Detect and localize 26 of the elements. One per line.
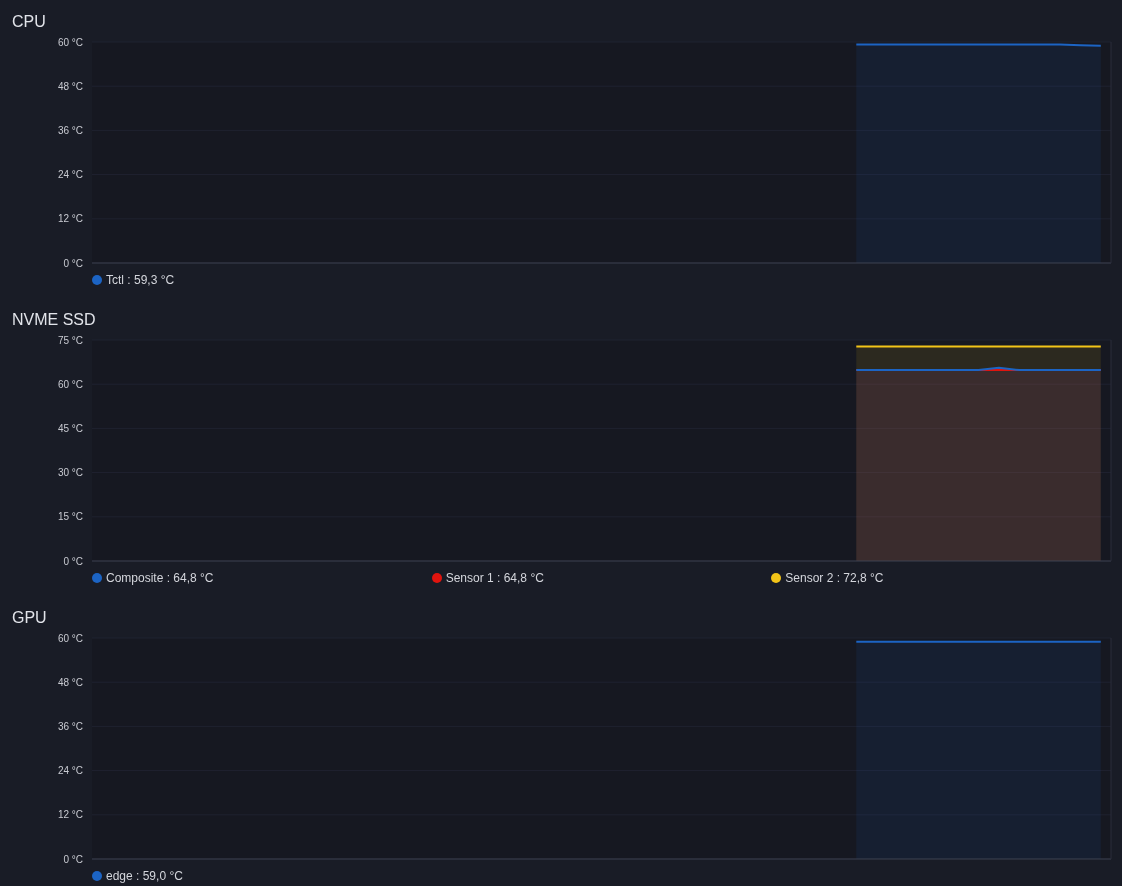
axis-tick-label: 12 °C [57, 213, 83, 225]
axis-tick-label: 36 °C [57, 124, 83, 136]
axis-tick-label: 48 °C [57, 676, 83, 688]
legend-label: Sensor 1 : 64,8 °C [445, 571, 544, 585]
panel-title: CPU [12, 12, 47, 32]
panel-title: NVME SSD [12, 310, 97, 330]
axis-tick-label: 36 °C [57, 720, 83, 732]
axis-tick-label: 45 °C [57, 422, 83, 434]
axis-tick-label: 24 °C [57, 765, 83, 777]
axis-tick-label: 0 °C [63, 555, 83, 567]
legend-label: Composite : 64,8 °C [106, 571, 214, 585]
axis-tick-label: 0 °C [63, 257, 83, 269]
legend-label: Sensor 2 : 72,8 °C [785, 571, 884, 585]
axis-tick-label: 48 °C [57, 80, 83, 92]
axis-tick-label: 60 °C [57, 378, 83, 390]
axis-tick-label: 12 °C [57, 809, 83, 821]
axis-tick-label: 60 °C [57, 632, 83, 644]
axis-tick-label: 75 °C [57, 334, 83, 346]
panel-title: GPU [12, 608, 48, 628]
axis-tick-label: 60 °C [57, 36, 83, 48]
legend-label: Tctl : 59,3 °C [106, 273, 175, 287]
axis-tick-label: 30 °C [57, 467, 83, 479]
axis-tick-label: 0 °C [63, 853, 83, 865]
axis-tick-label: 24 °C [57, 169, 83, 181]
legend-label: edge : 59,0 °C [106, 869, 183, 883]
axis-tick-label: 15 °C [57, 511, 83, 523]
